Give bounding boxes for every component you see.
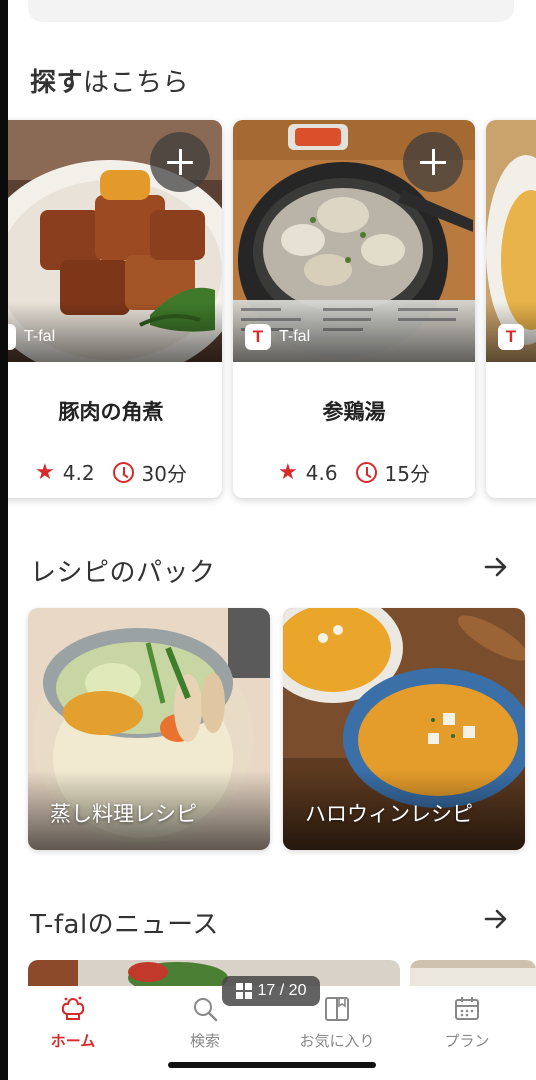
- arrow-right-icon[interactable]: [482, 905, 510, 933]
- calendar-icon: [455, 997, 479, 1020]
- brand-tag-2: T T-fal: [245, 324, 310, 350]
- clock-icon: [112, 462, 134, 483]
- search-section-title: 探すはこちら: [30, 62, 189, 99]
- page-counter-text: 17 / 20: [257, 982, 307, 999]
- top-banner-edge: [28, 0, 514, 22]
- search-title-rest: はこちら: [83, 68, 190, 98]
- grid-icon: [235, 983, 252, 999]
- recipe-rating: 4.2: [62, 460, 95, 485]
- add-plus-button-2[interactable]: [403, 132, 463, 192]
- arrow-right-icon[interactable]: [482, 553, 510, 581]
- brand-tag-1: T T-fal: [0, 324, 55, 350]
- search-title-bold: 探す: [30, 68, 84, 98]
- tfal-logo-icon: T: [245, 324, 271, 350]
- tab-plan[interactable]: プラン: [412, 994, 522, 1051]
- packs-section-title: レシピのパック: [30, 558, 216, 588]
- tfal-logo-letter: T: [252, 327, 264, 346]
- brand-name: T-fal: [279, 328, 311, 345]
- recipe-time: 30分: [141, 462, 187, 486]
- book-icon: [325, 997, 349, 1021]
- tfal-logo-letter: T: [505, 327, 517, 346]
- recipe-rating: 4.6: [305, 460, 338, 485]
- tab-label: お気に入り: [299, 1032, 375, 1050]
- pack-card-steam[interactable]: 蒸し料理レシピ: [28, 608, 270, 850]
- recipe-meta: ★ 4.6 15分: [233, 458, 475, 487]
- pack-card-halloween[interactable]: ハロウィンレシピ: [283, 608, 525, 850]
- recipe-meta: ★ 4.2 30分: [0, 458, 222, 487]
- home-indicator[interactable]: [168, 1062, 376, 1068]
- brand-name: T-fal: [24, 328, 56, 345]
- star-icon: ★: [278, 459, 298, 485]
- recipe-title: 参鶏湯: [322, 400, 386, 424]
- recipe-time: 15分: [384, 462, 430, 486]
- pack-label: ハロウィンレシピ: [305, 802, 473, 826]
- search-icon: [194, 998, 218, 1022]
- tab-label: プラン: [444, 1032, 490, 1050]
- recipe-card-3-partial[interactable]: T: [486, 120, 536, 498]
- tab-label: 検索: [189, 1032, 220, 1050]
- brand-tag-3: T: [498, 324, 524, 350]
- tfal-logo-icon: T: [498, 324, 524, 350]
- left-frame-edge: [0, 0, 8, 1080]
- pack-label: 蒸し料理レシピ: [50, 802, 197, 826]
- tab-home[interactable]: ホーム: [18, 994, 128, 1051]
- clock-icon: [355, 462, 377, 483]
- recipe-title: 豚肉の角煮: [58, 400, 164, 424]
- star-icon: ★: [35, 459, 55, 485]
- recipe-image-1: T T-fal: [0, 120, 222, 362]
- tab-label: ホーム: [50, 1032, 96, 1050]
- recipe-image-3: T: [486, 120, 536, 362]
- recipe-card-2[interactable]: T T-fal 参鶏湯 ★ 4.6 15分: [233, 120, 475, 498]
- recipe-image-2: T T-fal: [233, 120, 475, 362]
- chef-hat-icon: [61, 996, 85, 1020]
- add-plus-button-1[interactable]: [150, 132, 210, 192]
- news-section-title: T-falのニュース: [30, 910, 219, 940]
- recipe-card-1[interactable]: T T-fal 豚肉の角煮 ★ 4.2 30分: [0, 120, 222, 498]
- page-counter: 17 / 20: [222, 976, 320, 1006]
